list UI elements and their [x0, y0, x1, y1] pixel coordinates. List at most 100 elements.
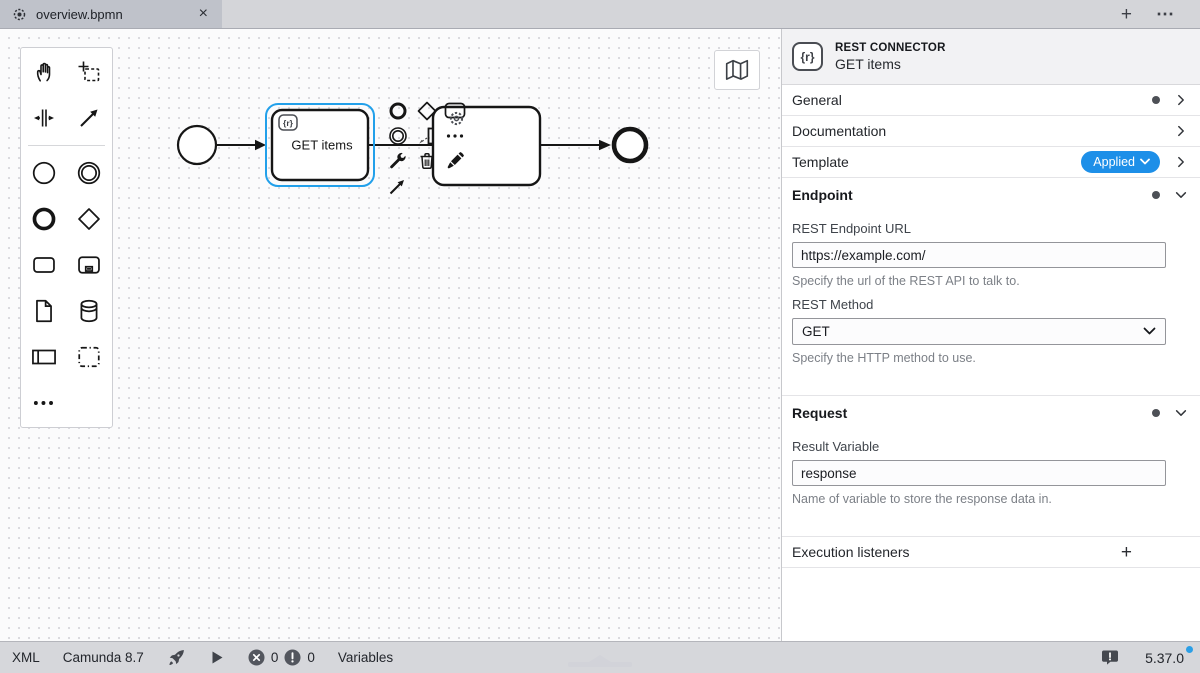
- space-tool-icon: [32, 106, 56, 130]
- space-tool[interactable]: [22, 95, 67, 141]
- hand-tool[interactable]: [22, 49, 67, 95]
- subprocess-icon: [76, 252, 102, 278]
- template-applied-badge[interactable]: Applied: [1081, 151, 1160, 173]
- end-event-icon: [31, 206, 57, 232]
- minimap-toggle[interactable]: [714, 50, 760, 90]
- version-text: 5.37.0: [1145, 650, 1184, 666]
- create-gateway[interactable]: [67, 196, 112, 242]
- chevron-down-icon: [1143, 327, 1156, 336]
- group-template-label: Template: [792, 154, 1081, 170]
- change-element-wrench-icon[interactable]: [385, 150, 411, 172]
- create-data-object[interactable]: [22, 288, 67, 334]
- lasso-tool[interactable]: [67, 49, 112, 95]
- chevron-right-icon: [1174, 93, 1188, 107]
- group-documentation[interactable]: Documentation: [782, 116, 1200, 147]
- append-text-annotation-icon[interactable]: [414, 125, 440, 147]
- result-variable-label: Result Variable: [792, 439, 1188, 454]
- delete-trash-icon[interactable]: [414, 150, 440, 172]
- rest-method-label: REST Method: [792, 297, 1188, 312]
- play-icon: [209, 649, 225, 666]
- intermediate-event-icon: [76, 160, 102, 186]
- error-icon: [248, 649, 265, 666]
- endpoint-url-help: Specify the url of the REST API to talk …: [792, 274, 1188, 288]
- rest-method-help: Specify the HTTP method to use.: [792, 351, 1188, 365]
- feedback-button[interactable]: [1101, 649, 1119, 666]
- end-event[interactable]: [614, 129, 646, 161]
- rest-method-value: GET: [802, 324, 1143, 339]
- execution-listeners-label: Execution listeners: [792, 544, 1121, 560]
- append-intermediate-event-icon[interactable]: [385, 125, 411, 147]
- group-template[interactable]: Template Applied: [782, 147, 1200, 178]
- gateway-icon: [76, 206, 102, 232]
- endpoint-url-label: REST Endpoint URL: [792, 221, 1188, 236]
- chevron-down-icon: [1174, 188, 1188, 202]
- edited-dot: [1152, 409, 1160, 417]
- start-event[interactable]: [178, 126, 216, 164]
- task-icon: [31, 252, 57, 278]
- data-store-icon: [76, 298, 102, 324]
- element-type-label: REST CONNECTOR: [835, 42, 946, 54]
- warning-count: 0: [307, 650, 315, 665]
- rest-task-label: GET items: [291, 138, 353, 153]
- connect-arrow-icon: [77, 106, 101, 130]
- section-request: Request Result Variable Name of variable…: [782, 396, 1200, 537]
- element-name-label: GET items: [835, 56, 946, 72]
- tab-overview-bpmn[interactable]: overview.bpmn ×: [0, 0, 222, 28]
- create-end-event[interactable]: [22, 196, 67, 242]
- rest-badge-text: {r}: [283, 118, 294, 128]
- deploy-button[interactable]: [167, 648, 186, 667]
- connect-flow-icon[interactable]: [385, 175, 411, 197]
- variables-toggle[interactable]: Variables: [338, 650, 393, 665]
- problems-indicator[interactable]: 0 0: [248, 649, 315, 666]
- create-expanded-subprocess[interactable]: [67, 242, 112, 288]
- warning-icon: [284, 649, 301, 666]
- hand-icon: [32, 60, 56, 84]
- append-end-event-icon[interactable]: [385, 100, 411, 122]
- start-instance-button[interactable]: [209, 649, 225, 666]
- rocket-icon: [167, 648, 186, 667]
- element-header: {r} REST CONNECTOR GET items: [782, 29, 1200, 85]
- global-connect-tool[interactable]: [67, 95, 112, 141]
- create-intermediate-event[interactable]: [67, 150, 112, 196]
- palette: [20, 47, 113, 428]
- create-data-store[interactable]: [67, 288, 112, 334]
- add-execution-listener-button[interactable]: +: [1121, 543, 1132, 562]
- participant-icon: [31, 344, 57, 370]
- create-group[interactable]: [67, 334, 112, 380]
- endpoint-url-input[interactable]: [792, 242, 1166, 268]
- group-general-label: General: [792, 92, 1152, 108]
- section-endpoint-title: Endpoint: [792, 187, 1152, 203]
- context-more-icon[interactable]: [442, 125, 468, 147]
- chevron-right-icon: [1174, 124, 1188, 138]
- data-object-icon: [31, 298, 57, 324]
- result-variable-input[interactable]: [792, 460, 1166, 486]
- group-general[interactable]: General: [782, 85, 1200, 116]
- bpmn-file-icon: [12, 7, 27, 22]
- bpmn-canvas[interactable]: {r} GET items: [0, 29, 781, 641]
- rest-connector-icon: {r}: [792, 42, 823, 71]
- create-participant[interactable]: [22, 334, 67, 380]
- tab-bar: overview.bpmn × + ⋯: [0, 0, 1200, 29]
- append-gateway-icon[interactable]: [414, 100, 440, 122]
- palette-more[interactable]: [22, 380, 67, 426]
- section-request-title: Request: [792, 405, 1152, 421]
- chevron-down-icon: [1140, 158, 1150, 166]
- create-start-event[interactable]: [22, 150, 67, 196]
- section-request-header[interactable]: Request: [782, 396, 1200, 430]
- rest-method-select[interactable]: GET: [792, 318, 1166, 345]
- app-version[interactable]: 5.37.0: [1145, 650, 1184, 666]
- new-tab-button[interactable]: +: [1113, 5, 1140, 24]
- feedback-bubble-icon: [1101, 649, 1119, 666]
- group-execution-listeners[interactable]: Execution listeners +: [782, 537, 1200, 568]
- create-task[interactable]: [22, 242, 67, 288]
- engine-version-button[interactable]: Camunda 8.7: [63, 650, 144, 665]
- map-icon: [724, 58, 750, 82]
- more-tabs-icon[interactable]: ⋯: [1148, 5, 1182, 23]
- error-count: 0: [271, 650, 279, 665]
- bottom-panel-handle[interactable]: [568, 662, 632, 667]
- section-endpoint-header[interactable]: Endpoint: [782, 178, 1200, 212]
- close-tab-icon[interactable]: ×: [195, 6, 212, 22]
- set-color-brush-icon[interactable]: [442, 150, 468, 172]
- xml-toggle[interactable]: XML: [12, 650, 40, 665]
- start-event-icon: [31, 160, 57, 186]
